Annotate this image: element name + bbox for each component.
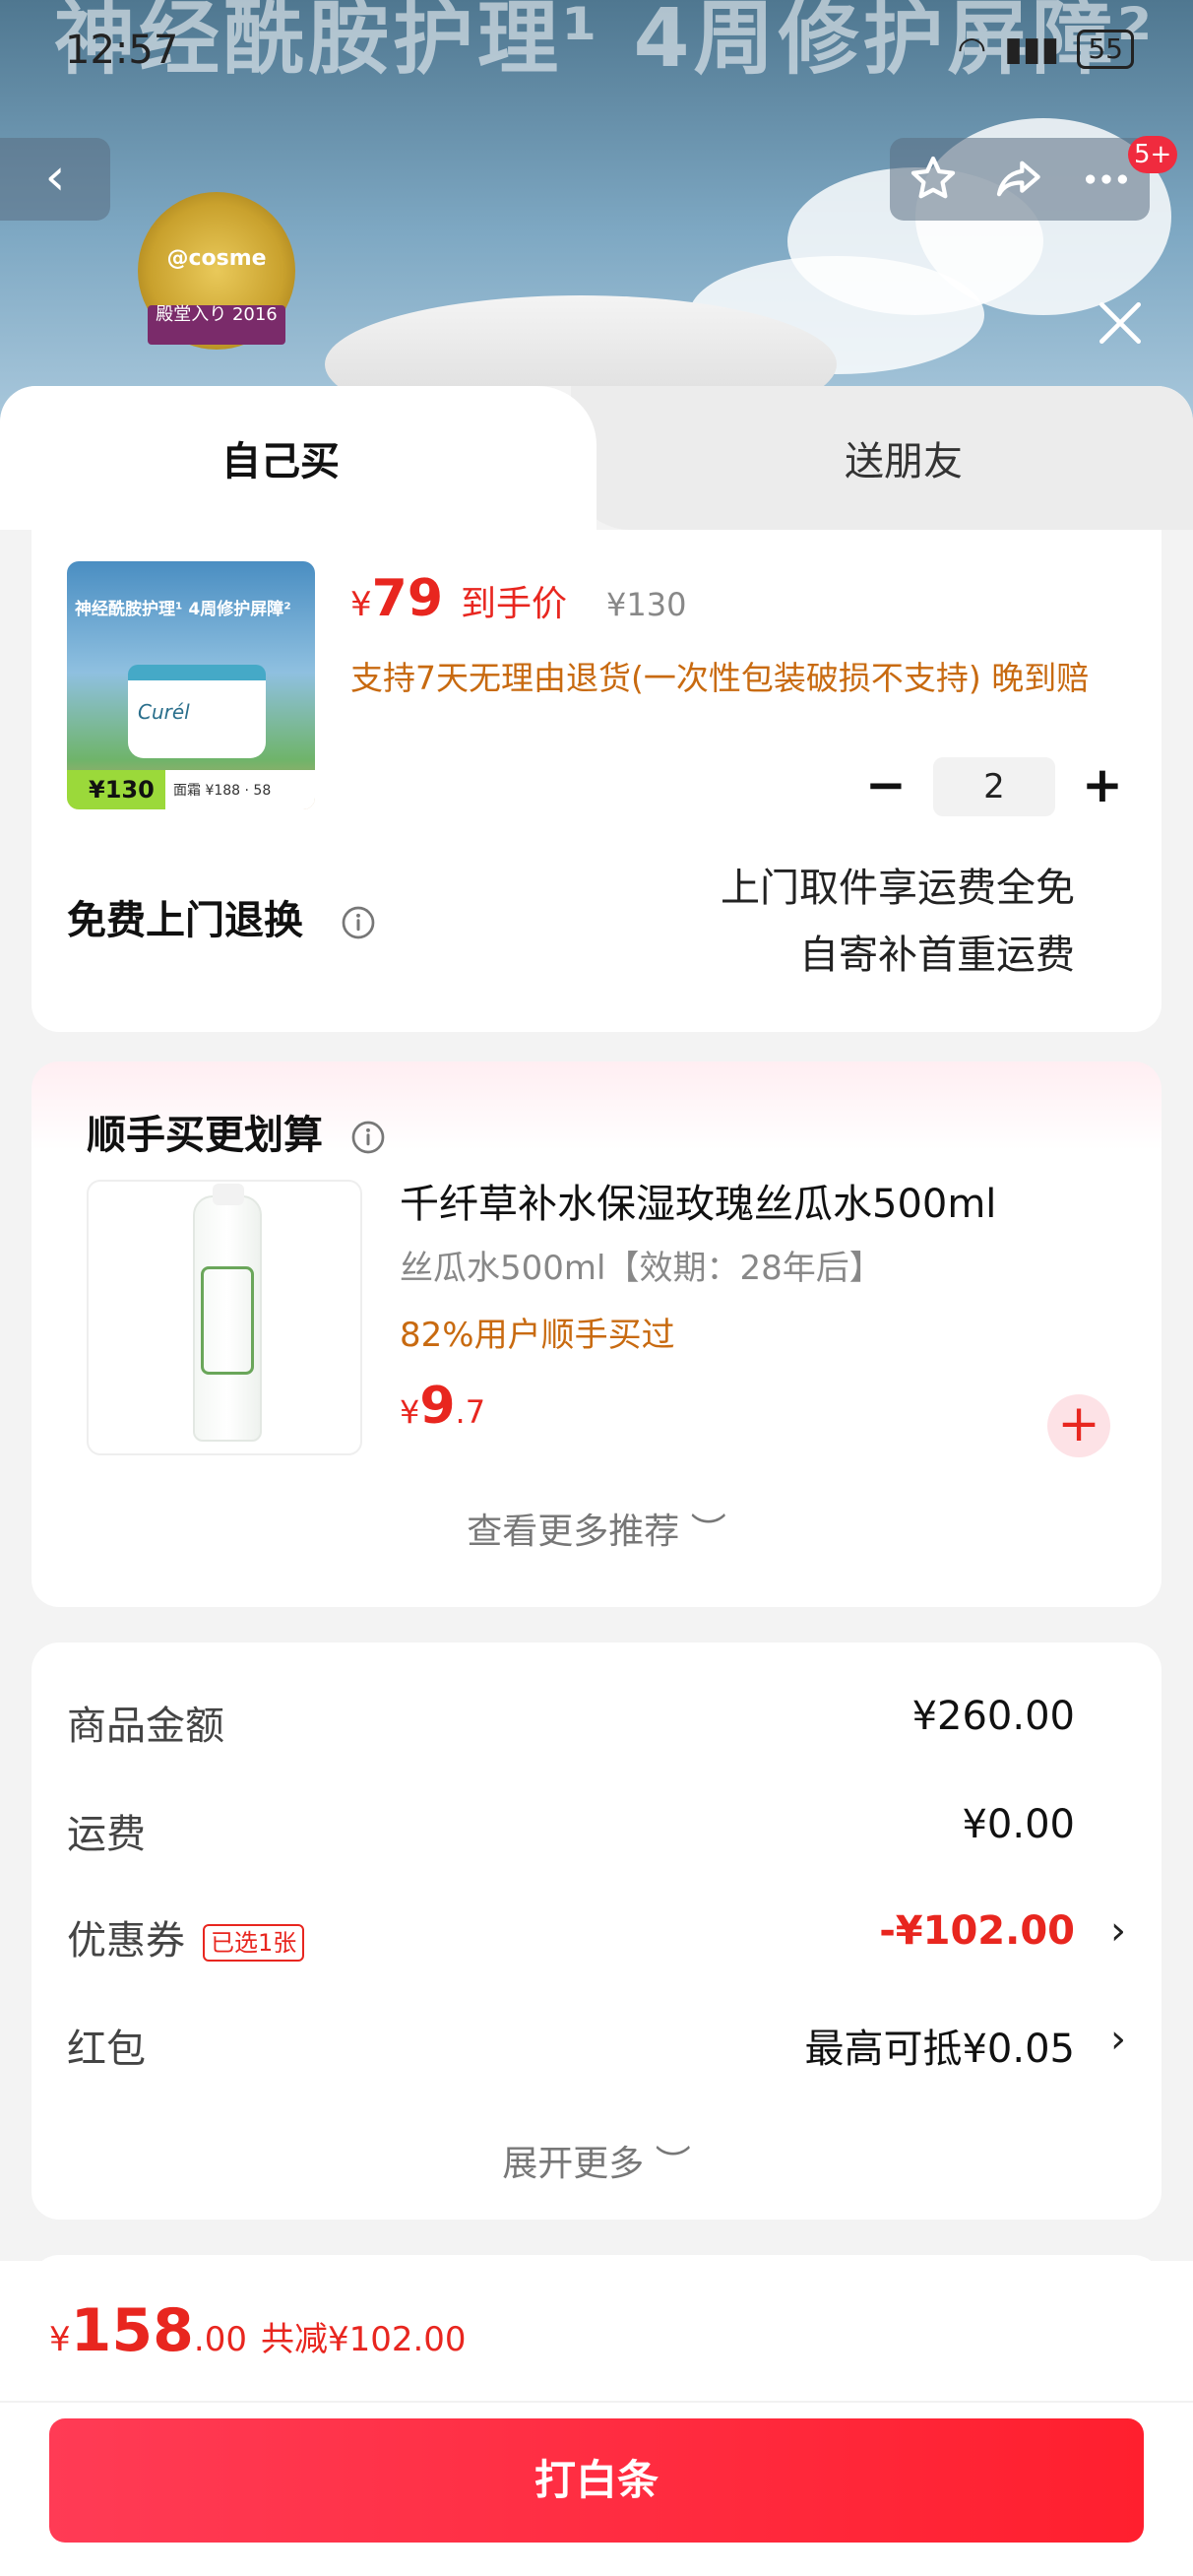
wifi-icon: ◠ <box>957 30 987 69</box>
coupon-label: 优惠券 <box>67 1918 185 1964</box>
top-action-bar <box>890 138 1150 221</box>
bottle-image <box>193 1184 262 1442</box>
chevron-left-icon: ‹ <box>44 148 66 207</box>
message-count-badge: 5+ <box>1128 136 1178 173</box>
original-price: ¥130 <box>606 586 687 623</box>
coupon-value: -¥102.00 <box>879 1908 1075 1954</box>
more-icon[interactable] <box>1079 152 1134 207</box>
tab-self[interactable]: 自己买 <box>0 386 596 530</box>
goods-amount-row: 商品金额 ¥260.00 <box>67 1694 1126 1763</box>
order-summary-card: 商品金额 ¥260.00 运费 ¥0.00 优惠券 已选1张 -¥102.00 ›… <box>31 1642 1162 2220</box>
return-line-1: 上门取件享运费全免 <box>721 866 1075 911</box>
thumb-title: 神经酰胺护理¹ 4周修护屏障² <box>75 600 291 619</box>
recommend-bought-rate: 82%用户顺手买过 <box>400 1316 675 1355</box>
status-time: 12:57 <box>65 28 179 73</box>
coupon-label-group: 优惠券 已选1张 <box>67 1908 305 1965</box>
coupon-selected-badge: 已选1张 <box>203 1924 305 1962</box>
recommend-thumbnail[interactable] <box>87 1180 362 1455</box>
chevron-right-icon: › <box>1110 2017 1126 2062</box>
plus-icon: + <box>1057 1394 1100 1453</box>
recommend-title: 顺手买更划算 <box>87 1103 386 1160</box>
recommend-spec: 丝瓜水500ml【效期：28年后】 <box>400 1249 883 1288</box>
badge-ribbon: 殿堂入り 2016 <box>148 305 285 345</box>
more-recommend-link[interactable]: 查看更多推荐 ︶ <box>31 1503 1162 1554</box>
return-shipping-info: 上门取件享运费全免 自寄补首重运费 <box>721 855 1075 989</box>
recommend-title-text: 顺手买更划算 <box>87 1113 323 1158</box>
pay-button[interactable]: 打白条 <box>49 2418 1144 2543</box>
redpacket-label: 红包 <box>67 2027 146 2072</box>
shipping-value: ¥0.00 <box>962 1802 1075 1847</box>
redpacket-value: 最高可抵¥0.05 <box>804 2027 1075 2072</box>
return-policy-note: 支持7天无理由退货(一次性包装破损不支持) 晚到赔 <box>350 659 1090 697</box>
shipping-label: 运费 <box>67 1812 146 1857</box>
bottle-cap <box>213 1184 244 1205</box>
final-price: ¥79 <box>350 569 443 628</box>
quantity-field[interactable]: 2 <box>933 757 1055 816</box>
price-value: 79 <box>371 569 444 628</box>
info-icon[interactable] <box>341 905 376 940</box>
checkout-footer: ¥ 158 .00 共减¥102.00 打白条 <box>0 2261 1193 2576</box>
total-saved: 共减¥102.00 <box>260 2320 467 2359</box>
rec-price-dec: .7 <box>455 1393 486 1431</box>
status-icons: ◠ ▮▮▮ 55 <box>958 30 1134 69</box>
expand-more-link[interactable]: 展开更多 ︶ <box>31 2135 1162 2186</box>
badge-text: @cosme <box>166 246 267 271</box>
thumb-brand: Curél <box>138 700 190 724</box>
tab-gift[interactable]: 送朋友 <box>571 386 1193 530</box>
price-currency: ¥ <box>350 585 372 624</box>
total-price: ¥ 158 .00 共减¥102.00 <box>49 2296 467 2365</box>
product-thumbnail[interactable]: 神经酰胺护理¹ 4周修护屏障² Curél ¥130 面霜 ¥188 · 58 <box>67 561 315 809</box>
back-button[interactable]: ‹ <box>0 138 110 221</box>
cosme-award-badge: @cosme 殿堂入り 2016 <box>138 192 295 350</box>
rec-price-currency: ¥ <box>400 1393 420 1431</box>
recommend-price: ¥9.7 <box>400 1377 485 1436</box>
price-tag: 到手价 <box>461 584 568 624</box>
price-row: ¥79 到手价 ¥130 <box>350 569 686 628</box>
purchase-sheet: 送朋友 自己买 神经酰胺护理¹ 4周修护屏障² Curél ¥130 面霜 ¥1… <box>0 386 1193 2576</box>
free-return-label: 免费上门退换 <box>67 888 376 945</box>
shipping-row: 运费 ¥0.00 <box>67 1802 1126 1871</box>
thumb-price: ¥130 <box>67 770 165 809</box>
coupon-row[interactable]: 优惠券 已选1张 -¥102.00 › <box>67 1908 1126 1977</box>
free-return-text: 免费上门退换 <box>67 898 303 943</box>
total-currency: ¥ <box>49 2320 71 2359</box>
total-int: 158 <box>70 2296 194 2365</box>
total-dec: .00 <box>193 2320 247 2359</box>
chevron-right-icon: › <box>1110 1908 1126 1954</box>
return-line-2: 自寄补首重运费 <box>799 933 1075 978</box>
info-icon[interactable] <box>350 1120 386 1155</box>
goods-amount-label: 商品金额 <box>67 1704 224 1749</box>
tab-gift-label: 送朋友 <box>845 439 963 484</box>
signal-icon: ▮▮▮ <box>1004 30 1060 69</box>
redpacket-row[interactable]: 红包 最高可抵¥0.05 › <box>67 2017 1126 2086</box>
recommend-name[interactable]: 千纤草补水保湿玫瑰丝瓜水500ml <box>400 1172 996 1229</box>
footer-divider <box>0 2401 1193 2403</box>
purchase-tabs: 送朋友 自己买 <box>0 386 1193 530</box>
decrease-button[interactable]: − <box>856 757 915 816</box>
status-bar: 12:57 ◠ ▮▮▮ 55 <box>0 0 1193 98</box>
battery-icon: 55 <box>1077 30 1134 69</box>
rec-price-int: 9 <box>419 1377 456 1436</box>
add-recommend-button[interactable]: + <box>1047 1394 1110 1457</box>
product-jar: Curél <box>128 665 266 758</box>
tab-self-label: 自己买 <box>221 439 340 484</box>
quantity-stepper: − 2 + <box>856 754 1142 819</box>
increase-button[interactable]: + <box>1073 757 1132 816</box>
product-card: 神经酰胺护理¹ 4周修护屏障² Curél ¥130 面霜 ¥188 · 58 … <box>31 530 1162 1032</box>
share-icon[interactable] <box>992 152 1047 207</box>
bottle-label <box>201 1266 254 1375</box>
star-icon[interactable] <box>906 152 961 207</box>
close-icon[interactable] <box>1093 295 1148 351</box>
goods-amount-value: ¥260.00 <box>911 1694 1075 1739</box>
thumb-pricebar: ¥130 面霜 ¥188 · 58 <box>67 770 315 809</box>
thumb-sub: 面霜 ¥188 · 58 <box>173 783 272 799</box>
recommend-card: 顺手买更划算 千纤草补水保湿玫瑰丝瓜水500ml 丝瓜水500ml【效期：28年… <box>31 1062 1162 1607</box>
